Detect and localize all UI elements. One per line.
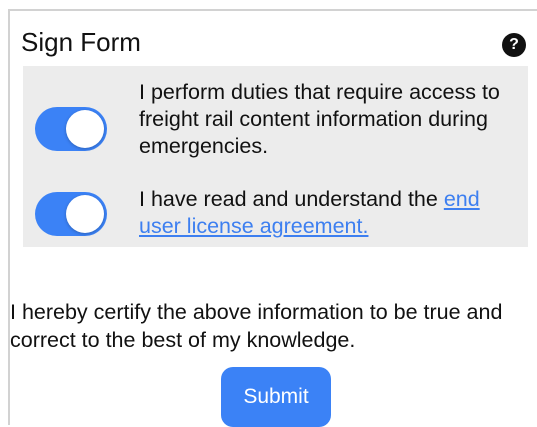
agreement-eula: I have read and understand the end user … [23,186,528,246]
agreements-panel: I perform duties that require access to … [23,66,528,247]
eula-toggle[interactable] [35,192,107,236]
emergency-access-label: I perform duties that require access to … [139,80,500,158]
eula-label-text: I have read and understand the [139,187,444,211]
toggle-knob [66,110,104,148]
submit-button[interactable]: Submit [221,367,331,427]
emergency-access-toggle[interactable] [35,107,107,151]
sign-form-card: Sign Form ? I perform duties that requir… [8,9,537,427]
certification-text: I hereby certify the above information t… [10,300,503,352]
help-icon[interactable]: ? [502,33,526,57]
agreement-emergency-access: I perform duties that require access to … [23,79,528,174]
eula-label: I have read and understand the end user … [139,186,525,240]
form-title: Sign Form [21,27,141,57]
toggle-knob [66,195,104,233]
